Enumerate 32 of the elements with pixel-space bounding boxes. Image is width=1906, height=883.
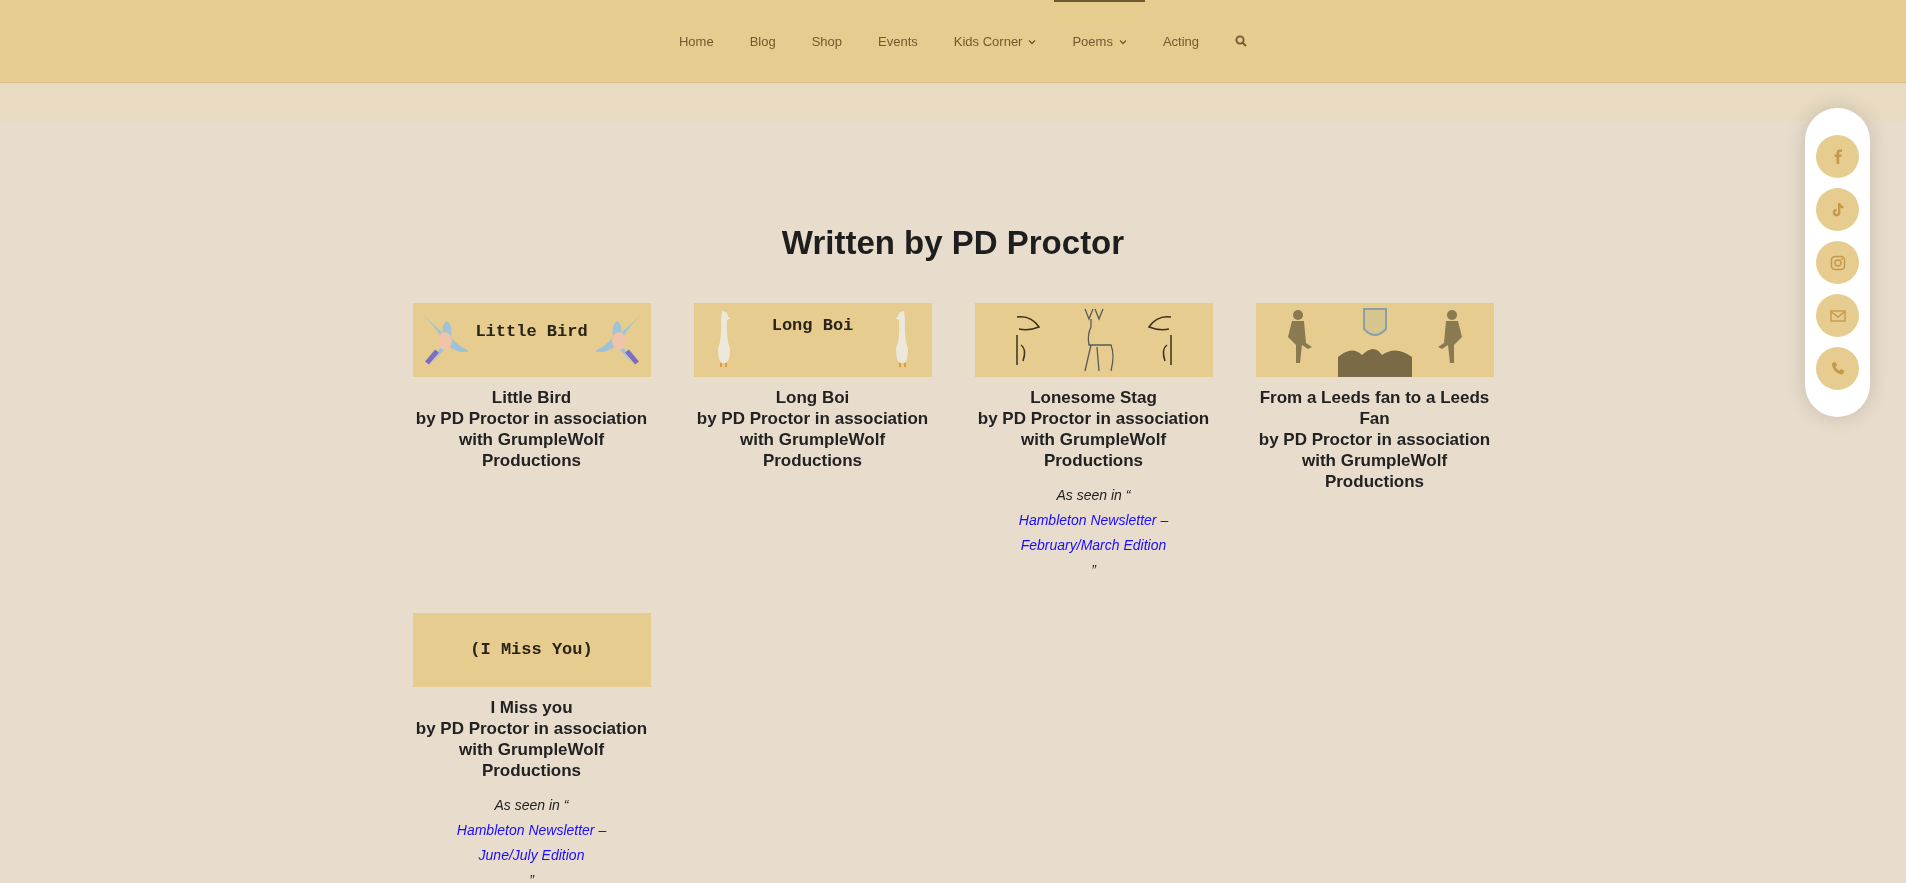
nav-link[interactable]: Home xyxy=(660,0,732,82)
banner-text: Little Bird xyxy=(475,320,588,343)
nav-link[interactable]: Blog xyxy=(731,0,794,82)
search-icon xyxy=(1235,35,1248,47)
banner-text: (I Miss You) xyxy=(470,638,593,661)
newsletter-link[interactable]: Hambleton Newsletter – June/July Edition xyxy=(426,817,637,868)
poem-byline: by PD Proctor in association with GrumpleWolf Productions xyxy=(976,407,1211,471)
phone-icon xyxy=(1829,360,1846,377)
phone-link[interactable] xyxy=(1816,347,1859,390)
instagram-icon xyxy=(1829,254,1846,271)
facebook-link[interactable] xyxy=(1816,135,1859,178)
newsletter-note: As seen in “ Hambleton Newsletter – February/March Edition ” xyxy=(988,482,1199,583)
tiktok-link[interactable] xyxy=(1816,188,1859,231)
newsletter-link[interactable]: Hambleton Newsletter – February/March Edition xyxy=(988,507,1199,558)
poem-title[interactable]: Little Bird xyxy=(491,386,572,408)
banner-text: Long Boi xyxy=(771,314,854,337)
poem-title[interactable]: I Miss you xyxy=(490,696,573,718)
nav-link[interactable]: Acting xyxy=(1144,0,1218,82)
poem-byline: by PD Proctor in association with GrumpleWolf Productions xyxy=(414,717,649,781)
nav-link[interactable]: Kids Corner xyxy=(935,0,1055,82)
poem-title[interactable]: Lonesome Stag xyxy=(1030,386,1157,408)
poem-byline: by PD Proctor in association with GrumpleWolf Productions xyxy=(695,407,930,471)
envelope-icon xyxy=(1829,307,1846,324)
instagram-link[interactable] xyxy=(1816,241,1859,284)
nav-link[interactable]: Shop xyxy=(793,0,861,82)
poem-title[interactable]: Long Boi xyxy=(775,386,850,408)
email-link[interactable] xyxy=(1816,294,1859,337)
page-heading: Written by PD Proctor xyxy=(781,223,1125,263)
poem-byline: by PD Proctor in association with GrumpleWolf Productions xyxy=(414,407,649,471)
nav-link[interactable]: Events xyxy=(860,0,936,82)
poem-byline: by PD Proctor in association with GrumpleWolf Productions xyxy=(1257,428,1492,492)
newsletter-note: As seen in “ Hambleton Newsletter – June/July Edition ” xyxy=(426,792,637,883)
